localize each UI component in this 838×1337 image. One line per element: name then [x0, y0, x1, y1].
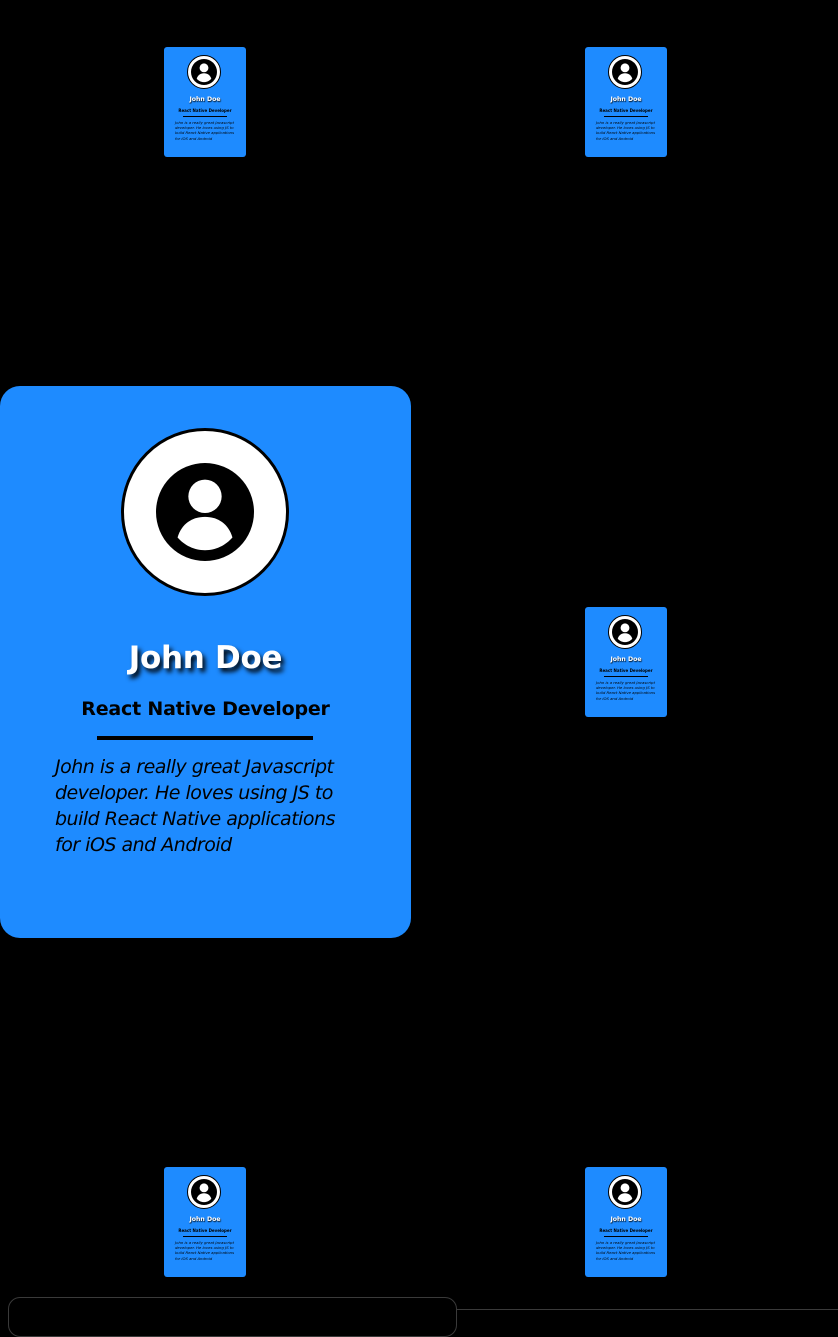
profile-bio: John is a really great Javascript develo… [175, 1240, 235, 1261]
user-circle-icon [156, 463, 254, 561]
user-circle-icon [612, 59, 638, 85]
profile-role: React Native Developer [599, 668, 653, 673]
profile-role: React Native Developer [599, 108, 653, 113]
profile-bio: John is a really great Javascript develo… [596, 680, 656, 701]
profile-name: John Doe [128, 640, 283, 676]
bottom-divider-line [457, 1309, 838, 1310]
avatar [187, 1175, 221, 1209]
profile-card-small: John Doe React Native Developer John is … [164, 47, 246, 157]
profile-role: React Native Developer [599, 1228, 653, 1233]
divider [604, 116, 648, 117]
divider [183, 116, 227, 117]
profile-role: React Native Developer [81, 698, 330, 720]
profile-role: React Native Developer [178, 1228, 232, 1233]
user-circle-icon [612, 619, 638, 645]
profile-name: John Doe [189, 1216, 221, 1223]
profile-role: React Native Developer [178, 108, 232, 113]
avatar [608, 615, 642, 649]
avatar [187, 55, 221, 89]
avatar [608, 1175, 642, 1209]
profile-card-large: John Doe React Native Developer John is … [0, 386, 411, 938]
profile-card-small: John Doe React Native Developer John is … [585, 47, 667, 157]
profile-name: John Doe [610, 1216, 642, 1223]
divider [97, 736, 313, 740]
avatar [608, 55, 642, 89]
profile-bio: John is a really great Javascript develo… [175, 120, 235, 141]
profile-card-small: John Doe React Native Developer John is … [585, 607, 667, 717]
user-circle-icon [191, 59, 217, 85]
user-circle-icon [191, 1179, 217, 1205]
profile-bio: John is a really great Javascript develo… [596, 1240, 656, 1261]
divider [604, 676, 648, 677]
profile-card-small: John Doe React Native Developer John is … [585, 1167, 667, 1277]
profile-name: John Doe [189, 96, 221, 103]
divider [604, 1236, 648, 1237]
avatar [121, 428, 289, 596]
divider [183, 1236, 227, 1237]
user-circle-icon [612, 1179, 638, 1205]
bottom-panel [8, 1297, 457, 1337]
profile-card-small: John Doe React Native Developer John is … [164, 1167, 246, 1277]
profile-bio: John is a really great Javascript develo… [55, 756, 336, 856]
profile-name: John Doe [610, 656, 642, 663]
profile-bio: John is a really great Javascript develo… [596, 120, 656, 141]
profile-name: John Doe [610, 96, 642, 103]
